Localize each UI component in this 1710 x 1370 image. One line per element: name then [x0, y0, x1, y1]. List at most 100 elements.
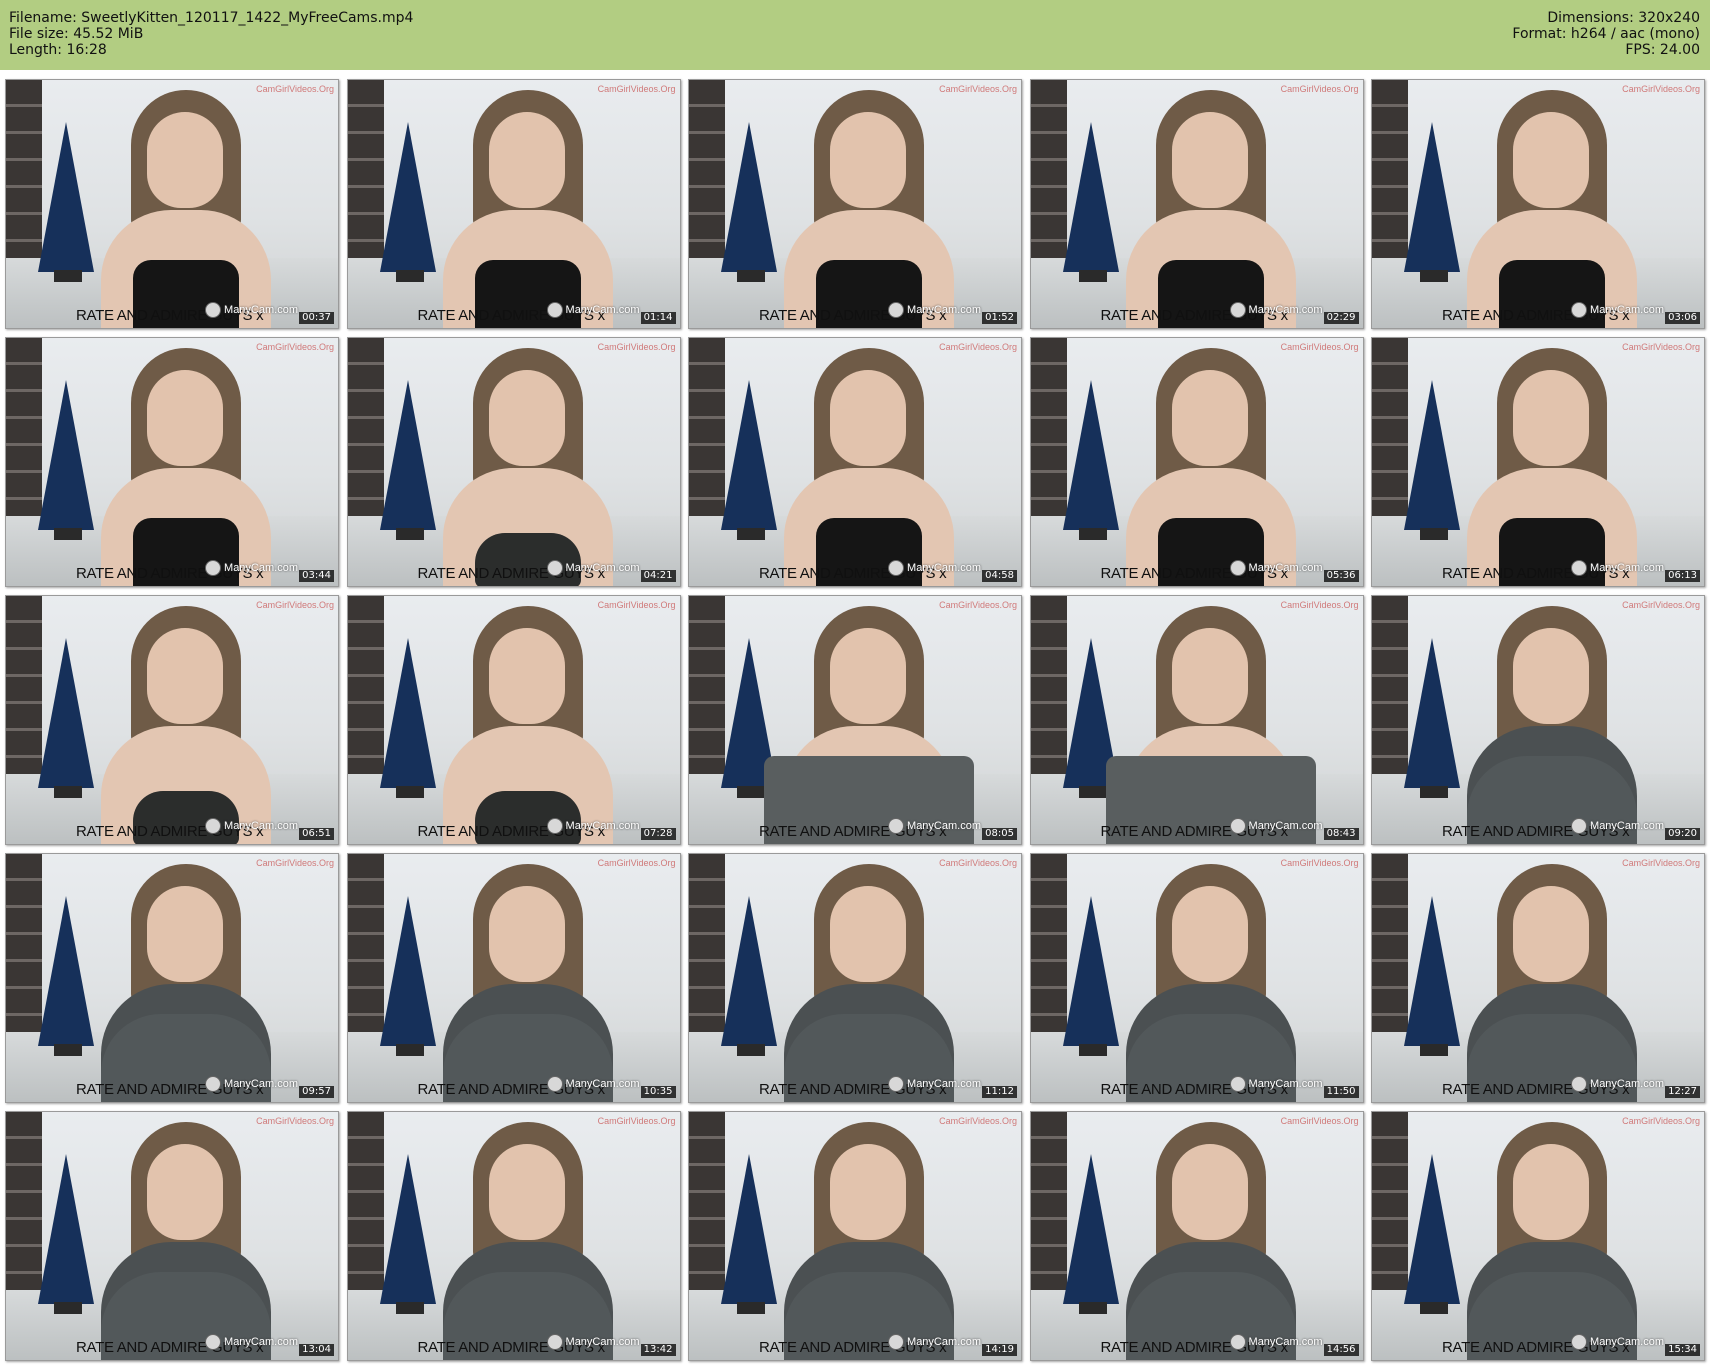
logo-text: ManyCam.com: [1590, 561, 1664, 574]
person-figure: [784, 90, 954, 328]
tree-stand: [1078, 1044, 1107, 1056]
manycam-logo: ManyCam.com: [1571, 560, 1664, 576]
manycam-logo: ManyCam.com: [546, 560, 640, 576]
manycam-logo: ManyCam.com: [205, 818, 298, 834]
timestamp-label: 02:29: [1323, 312, 1359, 324]
webcam-icon: [546, 1334, 563, 1350]
face: [147, 370, 223, 466]
video-thumbnail[interactable]: CamGirlVideos.Org RATE AND ADMIRE GUYS xM…: [688, 337, 1022, 587]
tree-stand: [1420, 1302, 1448, 1314]
timestamp-label: 04:58: [982, 570, 1017, 582]
video-thumbnail[interactable]: CamGirlVideos.Org RATE AND ADMIRE GUYS xM…: [688, 79, 1022, 329]
christmas-tree: [1062, 122, 1119, 272]
face: [830, 886, 906, 982]
video-thumbnail[interactable]: CamGirlVideos.Org RATE AND ADMIRE GUYS xM…: [346, 1111, 681, 1361]
video-thumbnail[interactable]: CamGirlVideos.Org RATE AND ADMIRE GUYS xM…: [1371, 79, 1705, 329]
timestamp-label: 05:36: [1323, 570, 1359, 582]
person-figure: [784, 1122, 954, 1360]
tree-stand: [1420, 1044, 1448, 1056]
video-thumbnail[interactable]: CamGirlVideos.Org RATE AND ADMIRE GUYS xM…: [5, 595, 339, 845]
timestamp-label: 14:19: [982, 1344, 1017, 1356]
video-thumbnail[interactable]: CamGirlVideos.Org RATE AND ADMIRE GUYS xM…: [5, 337, 339, 587]
christmas-tree: [1062, 1154, 1119, 1304]
logo-text: ManyCam.com: [1248, 1077, 1323, 1090]
video-thumbnail[interactable]: CamGirlVideos.Org RATE AND ADMIRE GUYS xM…: [1371, 337, 1705, 587]
watermark-text: CamGirlVideos.Org: [256, 1116, 334, 1126]
filesize-text: File size: 45.52 MiB: [9, 26, 144, 42]
face: [830, 370, 906, 466]
tree-stand: [737, 1302, 765, 1314]
video-thumbnail[interactable]: CamGirlVideos.Org RATE AND ADMIRE GUYS xM…: [346, 595, 681, 845]
watermark-text: CamGirlVideos.Org: [597, 342, 676, 352]
timestamp-label: 13:42: [640, 1344, 676, 1356]
webcam-icon: [546, 560, 563, 576]
christmas-tree: [721, 1154, 777, 1304]
file-info: Filename: SweetlyKitten_120117_1422_MyFr…: [9, 10, 413, 58]
video-thumbnail[interactable]: CamGirlVideos.Org RATE AND ADMIRE GUYS xM…: [688, 853, 1022, 1103]
video-thumbnail[interactable]: CamGirlVideos.Org RATE AND ADMIRE GUYS xM…: [1371, 595, 1705, 845]
video-thumbnail[interactable]: CamGirlVideos.Org RATE AND ADMIRE GUYS xM…: [346, 337, 681, 587]
christmas-tree: [379, 896, 436, 1046]
person-figure: [784, 864, 954, 1102]
watermark-text: CamGirlVideos.Org: [939, 342, 1017, 352]
watermark-text: CamGirlVideos.Org: [256, 84, 334, 94]
logo-text: ManyCam.com: [565, 303, 640, 316]
manycam-logo: ManyCam.com: [205, 302, 298, 318]
face: [1171, 628, 1248, 724]
video-thumbnail[interactable]: CamGirlVideos.Org RATE AND ADMIRE GUYS xM…: [346, 853, 681, 1103]
video-thumbnail[interactable]: CamGirlVideos.Org RATE AND ADMIRE GUYS xM…: [1371, 1111, 1705, 1361]
video-thumbnail[interactable]: CamGirlVideos.Org RATE AND ADMIRE GUYS xM…: [5, 853, 339, 1103]
face: [488, 886, 565, 982]
watermark-text: CamGirlVideos.Org: [1280, 858, 1359, 868]
tree-stand: [1078, 528, 1107, 540]
logo-text: ManyCam.com: [1590, 303, 1664, 316]
video-thumbnail[interactable]: CamGirlVideos.Org RATE AND ADMIRE GUYS xM…: [1029, 79, 1364, 329]
timestamp-label: 01:14: [640, 312, 676, 324]
video-thumbnail[interactable]: CamGirlVideos.Org RATE AND ADMIRE GUYS xM…: [1029, 853, 1364, 1103]
webcam-icon: [205, 302, 222, 318]
tree-stand: [54, 786, 82, 798]
manycam-logo: ManyCam.com: [1229, 560, 1323, 576]
face: [488, 628, 565, 724]
timestamp-label: 03:44: [299, 570, 334, 582]
video-thumbnail[interactable]: CamGirlVideos.Org RATE AND ADMIRE GUYS xM…: [5, 1111, 339, 1361]
manycam-logo: ManyCam.com: [1229, 302, 1323, 318]
face: [1513, 628, 1589, 724]
face: [1171, 886, 1248, 982]
watermark-text: CamGirlVideos.Org: [597, 1116, 676, 1126]
manycam-logo: ManyCam.com: [888, 1076, 981, 1092]
video-thumbnail[interactable]: CamGirlVideos.Org RATE AND ADMIRE GUYS xM…: [1029, 595, 1364, 845]
logo-text: ManyCam.com: [224, 819, 298, 832]
video-thumbnail[interactable]: CamGirlVideos.Org RATE AND ADMIRE GUYS xM…: [688, 1111, 1022, 1361]
logo-text: ManyCam.com: [565, 1335, 640, 1348]
webcam-icon: [1571, 1076, 1588, 1092]
webcam-icon: [546, 818, 563, 834]
video-thumbnail[interactable]: CamGirlVideos.Org RATE AND ADMIRE GUYS xM…: [1029, 337, 1364, 587]
person-figure: [442, 864, 613, 1102]
video-thumbnail[interactable]: CamGirlVideos.Org RATE AND ADMIRE GUYS xM…: [346, 79, 681, 329]
video-info: Dimensions: 320x240 Format: h264 / aac (…: [1512, 10, 1700, 58]
manycam-logo: ManyCam.com: [205, 1076, 298, 1092]
timestamp-label: 14:56: [1323, 1344, 1359, 1356]
tree-stand: [54, 1302, 82, 1314]
manycam-logo: ManyCam.com: [546, 1334, 640, 1350]
logo-text: ManyCam.com: [907, 303, 981, 316]
watermark-text: CamGirlVideos.Org: [1622, 1116, 1700, 1126]
video-thumbnail[interactable]: CamGirlVideos.Org RATE AND ADMIRE GUYS xM…: [688, 595, 1022, 845]
watermark-text: CamGirlVideos.Org: [1280, 1116, 1359, 1126]
tree-stand: [395, 1044, 424, 1056]
timestamp-label: 08:05: [982, 828, 1017, 840]
timestamp-label: 07:28: [640, 828, 676, 840]
person-figure: [1125, 348, 1296, 586]
logo-text: ManyCam.com: [907, 1077, 981, 1090]
person-figure: [101, 1122, 271, 1360]
video-thumbnail[interactable]: CamGirlVideos.Org RATE AND ADMIRE GUYS xM…: [1029, 1111, 1364, 1361]
timestamp-label: 09:57: [299, 1086, 334, 1098]
watermark-text: CamGirlVideos.Org: [1622, 600, 1700, 610]
webcam-icon: [888, 560, 905, 576]
christmas-tree: [1404, 1154, 1460, 1304]
video-thumbnail[interactable]: CamGirlVideos.Org RATE AND ADMIRE GUYS xM…: [5, 79, 339, 329]
person-figure: [101, 606, 271, 844]
video-thumbnail[interactable]: CamGirlVideos.Org RATE AND ADMIRE GUYS xM…: [1371, 853, 1705, 1103]
tree-stand: [737, 1044, 765, 1056]
